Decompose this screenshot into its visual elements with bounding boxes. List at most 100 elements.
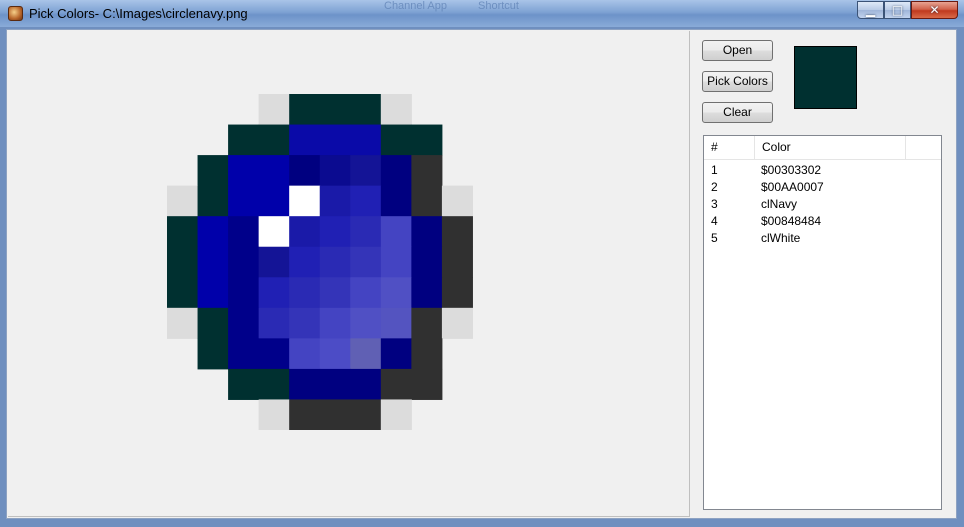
image-pixel	[380, 124, 412, 156]
image-pixel	[441, 185, 473, 217]
image-pixel	[319, 399, 351, 430]
image-pixel	[380, 277, 412, 309]
list-item-color: $00848484	[761, 214, 822, 228]
image-pixel	[319, 124, 351, 156]
image-pixel	[319, 246, 351, 278]
image-pixel	[380, 368, 412, 400]
image-pixel	[289, 124, 321, 156]
image-pixel	[411, 246, 443, 278]
image-pixel	[350, 216, 382, 248]
minimize-button[interactable]: ▁	[857, 1, 884, 19]
image-panel[interactable]	[8, 31, 690, 517]
image-pixel	[197, 338, 229, 370]
image-pixel	[289, 399, 321, 430]
image-pixel	[350, 124, 382, 156]
image-pixel	[258, 338, 290, 370]
image-pixel	[197, 277, 229, 309]
maximize-icon: □	[891, 3, 904, 17]
list-item-number: 2	[711, 180, 718, 194]
image-pixel	[289, 277, 321, 309]
image-pixel	[350, 338, 382, 370]
image-pixel	[350, 277, 382, 309]
image-pixel	[319, 94, 351, 126]
list-item-number: 1	[711, 163, 718, 177]
color-list[interactable]: # Color 1 $00303302 2 $00AA0007 3 clNavy 4 $008…	[703, 135, 942, 510]
column-header-color[interactable]: Color	[755, 136, 906, 159]
image-pixel	[350, 307, 382, 339]
list-item-number: 3	[711, 197, 718, 211]
image-pixel	[380, 338, 412, 370]
image-pixel	[289, 307, 321, 339]
image-pixel	[228, 185, 260, 217]
image-pixel	[411, 124, 443, 156]
list-item-number: 4	[711, 214, 718, 228]
image-pixel	[319, 277, 351, 309]
selected-color-swatch	[794, 46, 857, 109]
image-pixel	[289, 185, 321, 217]
image-pixel	[167, 185, 199, 217]
image-pixel	[380, 185, 412, 217]
image-pixel	[441, 216, 473, 248]
list-item-color: $00303302	[761, 163, 822, 177]
image-pixel	[411, 338, 443, 370]
image-pixel	[289, 368, 321, 400]
image-pixel	[258, 399, 290, 430]
open-button[interactable]: Open	[702, 40, 773, 61]
window-controls: ▁ □ ✕	[857, 1, 958, 20]
image-pixel	[289, 338, 321, 370]
image-pixel	[228, 124, 260, 156]
image-pixel	[258, 94, 290, 126]
image-pixel	[258, 277, 290, 309]
image-pixel	[289, 94, 321, 126]
list-item-color: $00AA0007	[761, 180, 824, 194]
title-bar[interactable]: Pick Colors- C:\Images\circlenavy.png Ch…	[0, 0, 964, 27]
image-pixel	[380, 94, 412, 126]
image-pixel	[380, 155, 412, 187]
maximize-button[interactable]: □	[884, 1, 911, 19]
list-item[interactable]: 4 $00848484	[704, 213, 941, 230]
image-pixel	[350, 368, 382, 400]
column-header-number[interactable]: #	[704, 136, 755, 159]
pick-colors-button[interactable]: Pick Colors	[702, 71, 773, 92]
image-pixel	[411, 277, 443, 309]
image-pixel	[258, 368, 290, 400]
image-pixel	[289, 216, 321, 248]
image-pixel	[197, 155, 229, 187]
app-icon[interactable]	[8, 6, 23, 21]
image-pixel	[319, 338, 351, 370]
image-pixel	[228, 307, 260, 339]
image-pixel	[228, 155, 260, 187]
list-item-color: clWhite	[761, 231, 801, 245]
image-pixel	[319, 216, 351, 248]
loaded-image[interactable]	[167, 94, 503, 430]
image-pixel	[319, 307, 351, 339]
list-item[interactable]: 2 $00AA0007	[704, 179, 941, 196]
list-item[interactable]: 3 clNavy	[704, 196, 941, 213]
background-window-title-2: Shortcut	[478, 0, 519, 12]
image-pixel	[319, 155, 351, 187]
window-title: Pick Colors- C:\Images\circlenavy.png	[29, 6, 248, 21]
image-pixel	[228, 216, 260, 248]
close-icon: ✕	[929, 3, 940, 17]
image-pixel	[289, 246, 321, 278]
list-item[interactable]: 1 $00303302	[704, 162, 941, 179]
minimize-icon: ▁	[865, 3, 876, 17]
image-pixel	[228, 368, 260, 400]
image-pixel	[441, 277, 473, 309]
image-pixel	[380, 246, 412, 278]
image-pixel	[228, 338, 260, 370]
list-item-color: clNavy	[761, 197, 798, 211]
client-area: Open Pick Colors Clear # Color 1 $0030330…	[6, 29, 957, 519]
image-pixel	[197, 307, 229, 339]
image-pixel	[411, 155, 443, 187]
image-pixel	[228, 277, 260, 309]
close-button[interactable]: ✕	[911, 1, 958, 19]
image-pixel	[197, 185, 229, 217]
clear-button[interactable]: Clear	[702, 102, 773, 123]
image-pixel	[258, 216, 290, 248]
image-pixel	[350, 94, 382, 126]
list-item[interactable]: 5 clWhite	[704, 230, 941, 247]
image-pixel	[319, 368, 351, 400]
image-pixel	[228, 246, 260, 278]
image-pixel	[411, 185, 443, 217]
